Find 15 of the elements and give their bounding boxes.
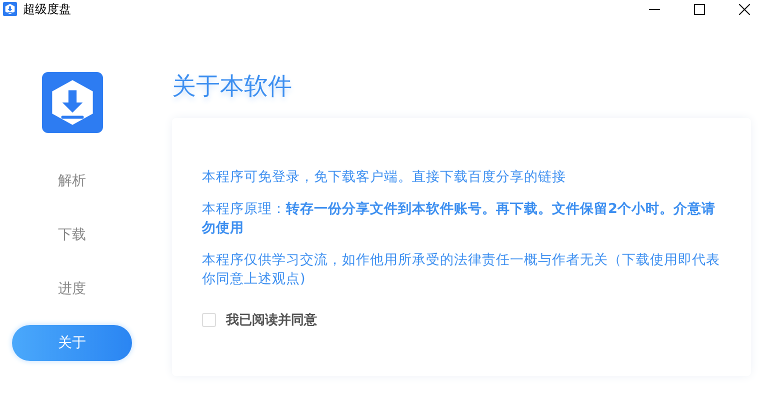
agree-checkbox[interactable]: [202, 313, 216, 327]
app-icon: [3, 2, 17, 16]
nav-item[interactable]: 下载: [12, 217, 132, 253]
nav-item[interactable]: 进度: [12, 271, 132, 307]
page-heading: 关于本软件: [172, 71, 293, 102]
agree-label: 我已阅读并同意: [226, 312, 317, 329]
close-icon: [739, 4, 750, 14]
info-paragraph: 本程序可免登录，免下载客户端。直接下载百度分享的链接: [202, 168, 567, 187]
maximize-icon: [694, 4, 705, 14]
window-title: 超级度盘: [23, 0, 71, 18]
logo-icon: [42, 72, 102, 133]
nav-item[interactable]: 关于: [12, 325, 132, 361]
info-paragraph: 本程序仅供学习交流，如作他用所承受的法律责任一概与作者无关（下载使用即代表你同意上述观点): [202, 251, 721, 289]
nav-item[interactable]: 解析: [12, 163, 132, 199]
info-paragraph: 本程序原理：转存一份分享文件到本软件账号。再下载。文件保留2个小时。介意请勿使用: [202, 200, 716, 238]
